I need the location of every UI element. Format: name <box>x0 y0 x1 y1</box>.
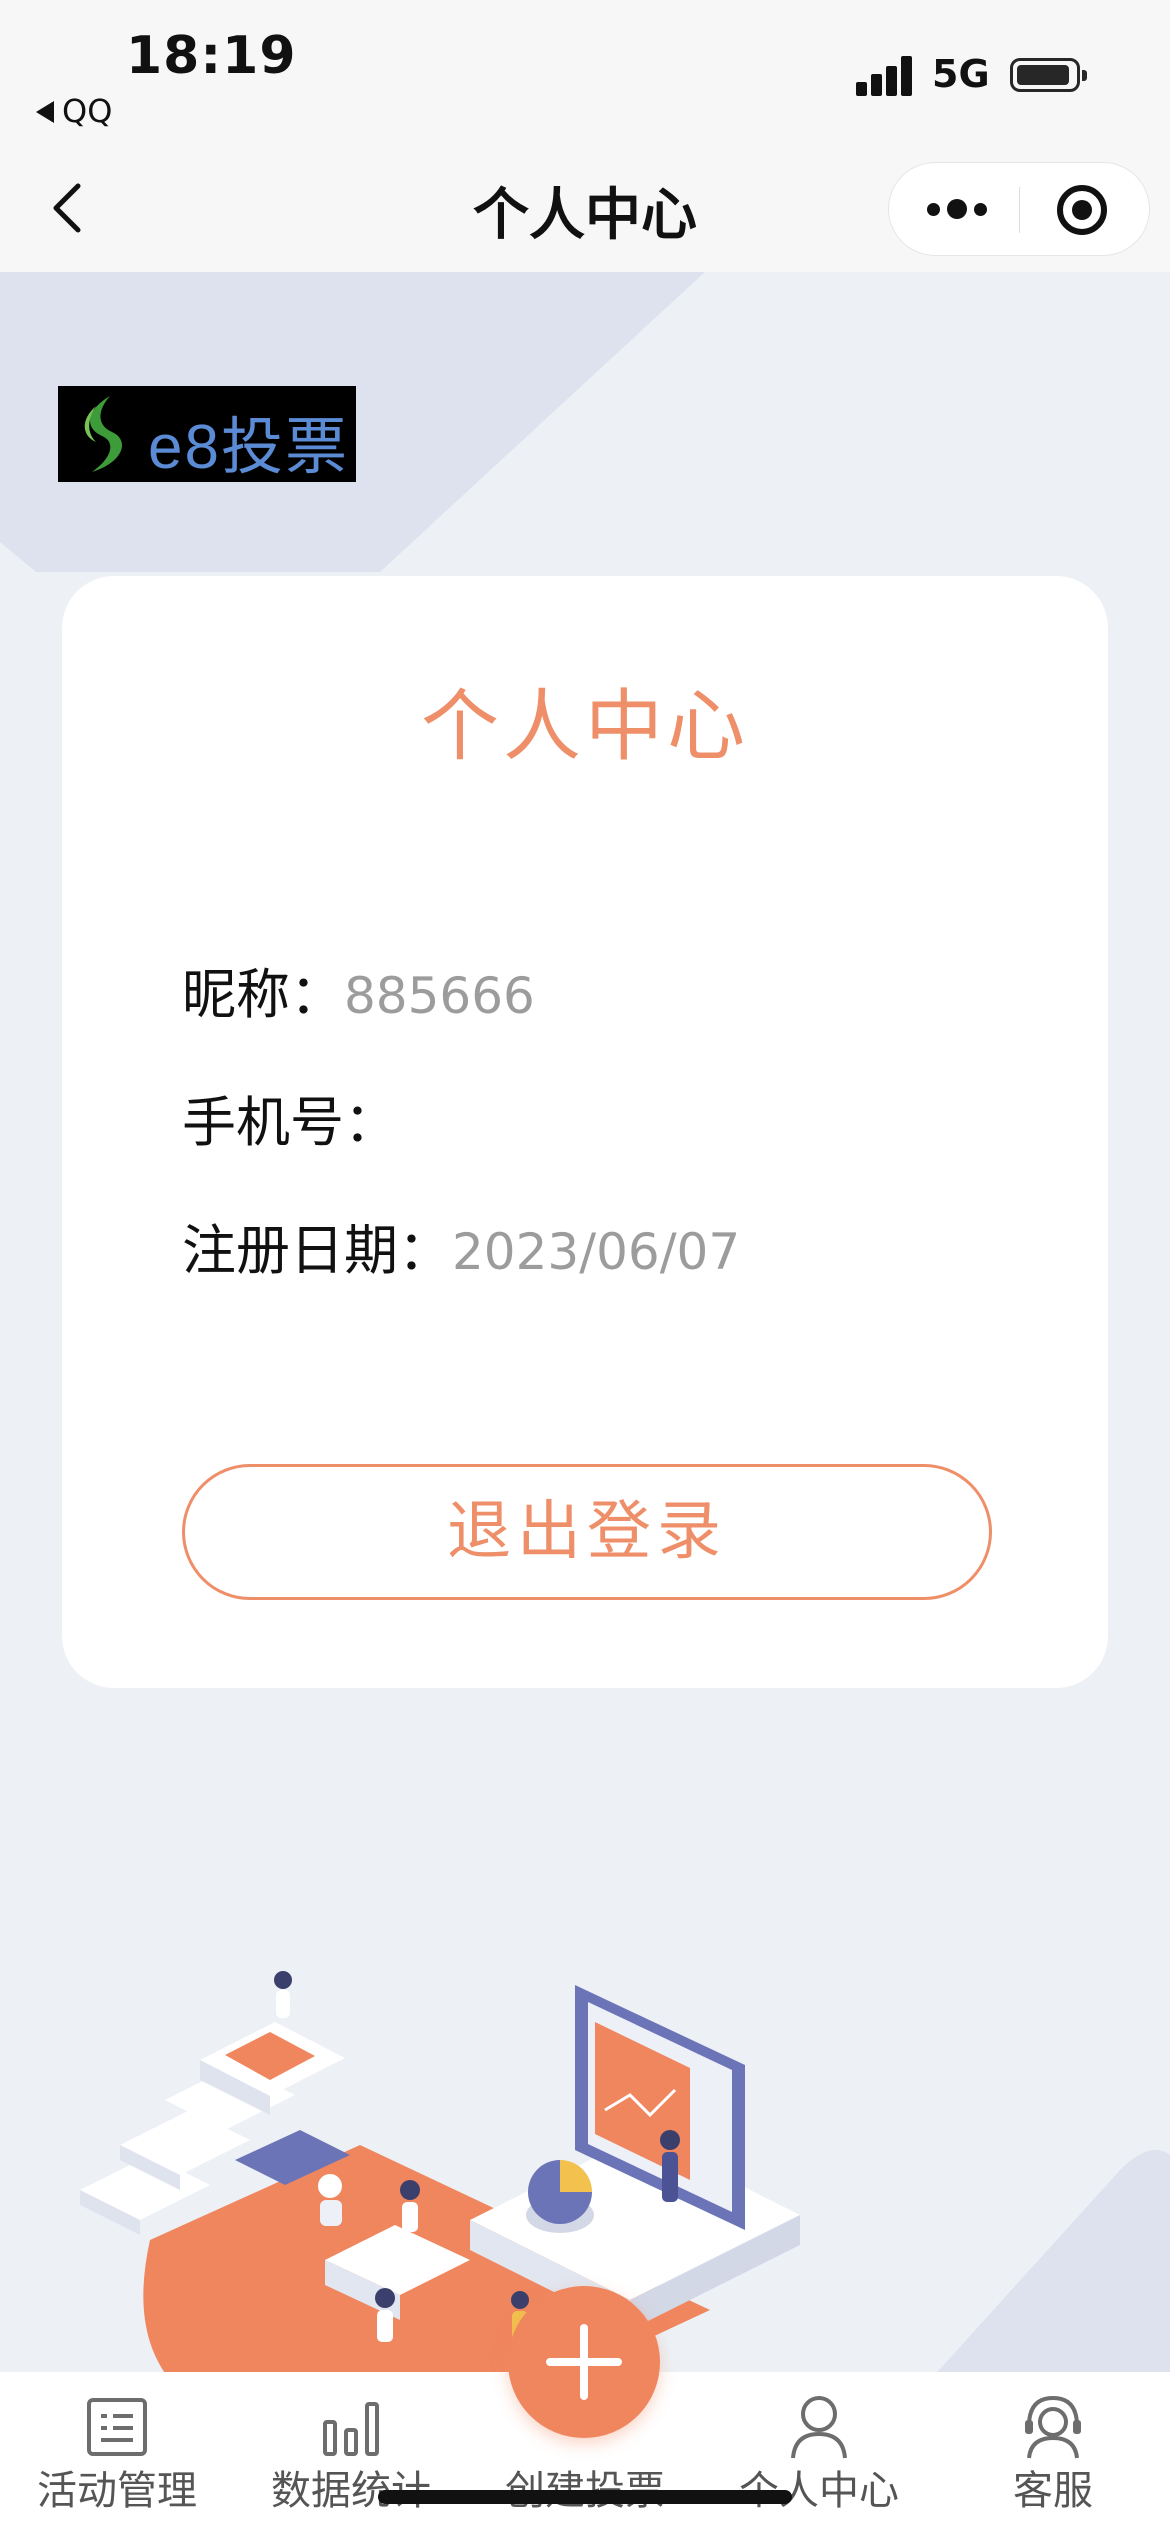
battery-icon <box>1010 58 1087 92</box>
tab-label: 活动管理 <box>37 2468 197 2514</box>
register-date-value: 2023/06/07 <box>452 1223 741 1281</box>
signal-icon <box>856 56 914 96</box>
create-vote-button[interactable] <box>508 2286 660 2438</box>
bar-chart-icon <box>323 2402 379 2456</box>
logout-button[interactable]: 退出登录 <box>182 1464 992 1600</box>
card-title: 个人中心 <box>420 682 749 772</box>
phone-label: 手机号： <box>182 1091 398 1154</box>
tab-activity-management[interactable]: 活动管理 <box>0 2372 234 2532</box>
headset-icon <box>1025 2395 1081 2459</box>
nickname-label: 昵称： <box>182 963 344 1026</box>
back-to-app-link[interactable]: QQ <box>36 92 112 130</box>
tab-label: 创建投票 <box>468 2458 702 2516</box>
capsule-divider <box>1019 187 1020 233</box>
nav-bar: 个人中心 <box>0 140 1170 272</box>
phone-row: 手机号： <box>182 1078 398 1157</box>
tab-label: 个人中心 <box>739 2468 899 2514</box>
home-indicator[interactable] <box>378 2490 792 2504</box>
tab-label: 客服 <box>1013 2468 1093 2514</box>
more-options-icon[interactable] <box>927 199 987 221</box>
profile-card: 个人中心 昵称：885666 手机号： 注册日期：2023/06/07 退出登录 <box>62 576 1108 1688</box>
logo-text: e8投票 <box>148 413 349 482</box>
tab-data-statistics[interactable]: 数据统计 <box>234 2372 468 2532</box>
flame-logo-icon <box>84 396 123 472</box>
register-date-row: 注册日期：2023/06/07 <box>182 1206 740 1285</box>
list-icon <box>87 2398 147 2456</box>
status-bar: 18:19 QQ 5G <box>0 0 1170 140</box>
nickname-value: 885666 <box>344 967 535 1025</box>
tab-label: 数据统计 <box>271 2468 431 2514</box>
tab-personal-center[interactable]: 个人中心 <box>702 2372 936 2532</box>
plus-icon-vertical <box>580 2324 588 2400</box>
user-icon <box>791 2396 847 2459</box>
mini-program-capsule <box>888 162 1150 256</box>
back-triangle-icon <box>36 101 54 123</box>
back-app-label: QQ <box>62 92 113 130</box>
register-date-label: 注册日期： <box>182 1219 452 1282</box>
brand-logo: e8投票 <box>58 386 356 482</box>
nickname-row: 昵称：885666 <box>182 950 535 1029</box>
close-program-icon[interactable] <box>1057 185 1107 235</box>
network-type: 5G <box>932 52 990 96</box>
status-time: 18:19 <box>126 26 297 86</box>
tab-customer-service[interactable]: 客服 <box>936 2372 1170 2532</box>
